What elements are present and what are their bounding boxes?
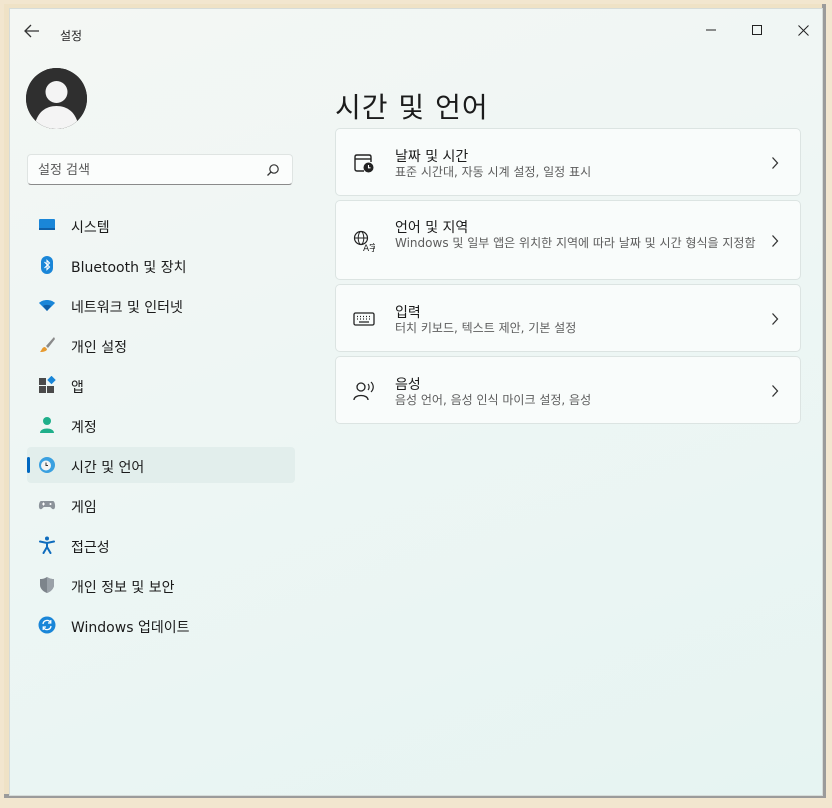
card-date-time[interactable]: 날짜 및 시간 표준 시간대, 자동 시계 설정, 일정 표시 (335, 128, 801, 196)
user-silhouette-icon (26, 68, 87, 129)
sidebar-item-windows-update[interactable]: Windows 업데이트 (27, 607, 295, 643)
card-description: 표준 시간대, 자동 시계 설정, 일정 표시 (395, 165, 592, 179)
maximize-icon (752, 25, 762, 35)
person-icon (40, 417, 54, 433)
bluetooth-icon (41, 256, 53, 274)
chevron-right-icon (772, 235, 779, 247)
avatar[interactable] (26, 68, 87, 129)
card-title: 날짜 및 시간 (395, 149, 469, 165)
minimize-button[interactable] (688, 17, 734, 43)
card-description: 음성 언어, 음성 인식 마이크 설정, 음성 (395, 393, 592, 407)
sidebar-nav: 시스템 Bluetooth 및 장치 네트워크 및 인터넷 개인 설정 앱 계정… (27, 207, 295, 647)
sidebar-item-label: 앱 (71, 380, 84, 396)
update-icon (38, 616, 56, 634)
paintbrush-icon (40, 337, 55, 352)
sidebar-item-gaming[interactable]: 게임 (27, 487, 295, 523)
speech-icon (353, 381, 374, 401)
keyboard-icon (353, 312, 375, 326)
close-button[interactable] (780, 17, 822, 43)
settings-cards: 날짜 및 시간 표준 시간대, 자동 시계 설정, 일정 표시 A字 언어 및 … (335, 128, 801, 428)
card-description: Windows 및 일부 앱은 위치한 지역에 따라 날짜 및 시간 형식을 지… (395, 236, 756, 250)
calendar-clock-icon (354, 154, 374, 173)
sidebar-item-accounts[interactable]: 계정 (27, 407, 295, 443)
sidebar-item-label: 네트워크 및 인터넷 (71, 300, 183, 316)
clock-globe-icon (39, 457, 55, 473)
gamepad-icon (38, 501, 56, 510)
monitor-icon (39, 219, 55, 230)
card-typing[interactable]: 입력 터치 키보드, 텍스트 제안, 기본 설정 (335, 284, 801, 352)
outer-frame: 설정 시스템 Bluetooth 및 장치 네 (4, 4, 826, 798)
sidebar-item-label: 계정 (71, 420, 97, 436)
sidebar-item-label: Windows 업데이트 (71, 620, 190, 636)
sidebar-item-apps[interactable]: 앱 (27, 367, 295, 403)
sidebar-item-bluetooth[interactable]: Bluetooth 및 장치 (27, 247, 295, 283)
sidebar-item-label: 접근성 (71, 540, 110, 556)
sidebar-item-label: Bluetooth 및 장치 (71, 260, 187, 276)
minimize-icon (706, 29, 716, 31)
apps-icon (39, 376, 56, 393)
sidebar-item-time-language[interactable]: 시간 및 언어 (27, 447, 295, 483)
shield-icon (40, 577, 54, 593)
sidebar-item-label: 개인 설정 (71, 340, 127, 356)
card-title: 음성 (395, 377, 421, 393)
chevron-right-icon (772, 385, 779, 397)
back-arrow-icon (24, 24, 39, 38)
sidebar-item-privacy[interactable]: 개인 정보 및 보안 (27, 567, 295, 603)
sidebar-item-label: 시스템 (71, 220, 110, 236)
sidebar-item-label: 시간 및 언어 (71, 460, 145, 476)
sidebar-item-personalization[interactable]: 개인 설정 (27, 327, 295, 363)
search-box[interactable] (27, 154, 293, 185)
back-button[interactable] (24, 23, 46, 41)
sidebar-item-accessibility[interactable]: 접근성 (27, 527, 295, 563)
app-title: 설정 (60, 29, 83, 43)
page-title: 시간 및 언어 (335, 90, 489, 124)
title-bar: 설정 (10, 9, 822, 53)
maximize-button[interactable] (734, 17, 780, 43)
sidebar-item-system[interactable]: 시스템 (27, 207, 295, 243)
card-language-region[interactable]: A字 언어 및 지역 Windows 및 일부 앱은 위치한 지역에 따라 날짜… (335, 200, 801, 280)
search-icon (267, 164, 279, 176)
chevron-right-icon (772, 157, 779, 169)
settings-window: 설정 시스템 Bluetooth 및 장치 네 (9, 8, 823, 796)
search-input[interactable] (38, 161, 258, 179)
sidebar-item-label: 게임 (71, 500, 97, 516)
close-icon (797, 24, 809, 36)
card-speech[interactable]: 음성 음성 언어, 음성 인식 마이크 설정, 음성 (335, 356, 801, 424)
sidebar-item-network[interactable]: 네트워크 및 인터넷 (27, 287, 295, 323)
sidebar-item-label: 개인 정보 및 보안 (71, 580, 175, 596)
card-title: 입력 (395, 305, 421, 321)
chevron-right-icon (772, 313, 779, 325)
svg-text:A字: A字 (363, 242, 375, 252)
language-icon: A字 (353, 230, 375, 252)
wifi-icon (39, 300, 55, 311)
card-title: 언어 및 지역 (395, 220, 469, 236)
accessibility-icon (39, 536, 55, 554)
card-description: 터치 키보드, 텍스트 제안, 기본 설정 (395, 321, 577, 335)
